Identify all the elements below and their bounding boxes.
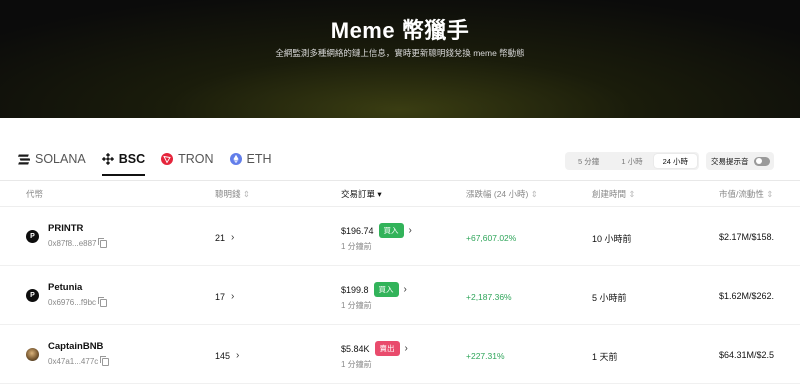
chevron-right-icon: ›: [231, 232, 235, 243]
tabs-divider: [0, 180, 800, 181]
meme-panel: SOLANA BSC TRON ETH 5 分鐘 1 小時 24 小時 交易提示…: [0, 118, 800, 391]
trade-alert-label: 交易提示音: [711, 156, 749, 166]
buy-badge: 買入: [373, 282, 399, 297]
sell-badge: 賣出: [374, 341, 400, 356]
col-change[interactable]: 漲跌幅 (24 小時) ⇕: [466, 188, 538, 200]
tab-label: ETH: [246, 152, 272, 166]
copy-icon[interactable]: [98, 237, 108, 248]
created-time: 10 小時前: [592, 234, 632, 244]
trade-order[interactable]: $5.84K 賣出 ›: [341, 341, 408, 356]
tab-label: SOLANA: [35, 152, 86, 166]
bsc-icon: [101, 153, 114, 165]
col-change-label: 漲跌幅 (24 小時): [466, 189, 529, 199]
created-time: 1 天前: [592, 352, 618, 362]
trade-time: 1 分鐘前: [341, 360, 372, 369]
trade-time: 1 分鐘前: [341, 301, 372, 310]
col-created[interactable]: 創建時間 ⇕: [592, 188, 636, 200]
token-address-text: 0x6976...f9bc: [48, 298, 97, 307]
col-mcap[interactable]: 市值/流動性 ⇕: [719, 188, 773, 200]
token-logo: P: [26, 230, 39, 243]
chevron-right-icon: ›: [403, 284, 407, 295]
timeframe-24h[interactable]: 24 小時: [653, 154, 697, 168]
chain-tabs: SOLANA BSC TRON ETH: [18, 150, 288, 176]
page-subtitle: 全網監測多種網絡的鏈上信息，實時更新聰明錢兌換 meme 幣動態: [275, 48, 525, 58]
token-address: 0x6976...f9bc: [48, 296, 108, 307]
price-change: +227.31%: [466, 351, 505, 361]
table-header: 代幣 聰明錢 ⇕ 交易訂單 ▾ 漲跌幅 (24 小時) ⇕ 創建時間 ⇕ 市值/…: [0, 186, 800, 206]
copy-icon[interactable]: [98, 296, 108, 307]
table-row[interactable]: P PRINTR 0x87f8...e887 21 › $196.74 買入 ›…: [0, 207, 800, 266]
tab-label: BSC: [118, 152, 146, 166]
solana-icon: [18, 153, 30, 165]
market-cap: $2.17M/$158.: [719, 232, 775, 242]
sort-icon: ⇕: [242, 189, 251, 199]
sort-icon: ⇕: [628, 189, 636, 199]
chevron-right-icon: ›: [408, 225, 412, 236]
trade-alert-toggle[interactable]: [753, 156, 770, 166]
page-title: Meme 幣獵手: [330, 18, 470, 43]
trade-order[interactable]: $196.74 買入 ›: [341, 223, 412, 238]
token-name[interactable]: CaptainBNB: [48, 341, 103, 352]
timeframe-1h[interactable]: 1 小時: [610, 154, 653, 168]
table-row[interactable]: CaptainBNB 0x47a1...477c 145 › $5.84K 賣出…: [0, 325, 800, 384]
chevron-right-icon: ›: [236, 350, 240, 361]
token-address: 0x47a1...477c: [48, 355, 110, 366]
market-cap: $1.62M/$262.: [719, 291, 775, 301]
chevron-right-icon: ›: [231, 291, 235, 302]
token-address: 0x87f8...e887: [48, 237, 108, 248]
col-token: 代幣: [26, 189, 44, 199]
smart-money-value: 21: [215, 232, 226, 243]
token-name[interactable]: PRINTR: [48, 223, 83, 234]
chevron-right-icon: ›: [404, 343, 408, 354]
eth-icon: [229, 153, 242, 165]
smart-money-value: 17: [215, 291, 226, 302]
tab-eth[interactable]: ETH: [229, 150, 272, 176]
table-row[interactable]: P Petunia 0x6976...f9bc 17 › $199.8 買入 ›…: [0, 266, 800, 325]
sort-icon: ⇕: [766, 189, 774, 199]
col-mcap-label: 市值/流動性: [719, 189, 764, 199]
col-trades[interactable]: 交易訂單 ▾: [341, 188, 382, 200]
tab-label: TRON: [178, 152, 214, 166]
sort-icon: ⇕: [530, 189, 538, 199]
tab-tron[interactable]: TRON: [161, 150, 214, 176]
price-change: +2,187.36%: [466, 292, 512, 302]
token-logo: [26, 348, 39, 361]
copy-icon[interactable]: [100, 355, 110, 366]
col-smart-money-label: 聰明錢: [215, 189, 241, 199]
token-address-text: 0x87f8...e887: [48, 239, 97, 248]
tron-icon: [161, 153, 174, 165]
hero-banner: Meme 幣獵手 全網監測多種網絡的鏈上信息，實時更新聰明錢兌換 meme 幣動…: [0, 0, 800, 118]
col-trades-label: 交易訂單: [341, 189, 376, 199]
tab-bsc[interactable]: BSC: [101, 150, 146, 176]
buy-badge: 買入: [378, 223, 404, 238]
col-smart-money[interactable]: 聰明錢 ⇕: [215, 188, 250, 200]
smart-money-count[interactable]: 21 ›: [215, 232, 234, 243]
price-change: +67,607.02%: [466, 233, 517, 243]
smart-money-count[interactable]: 145 ›: [215, 350, 239, 361]
token-address-text: 0x47a1...477c: [48, 357, 99, 366]
trade-alert-control: 交易提示音: [706, 152, 774, 170]
trade-amount: $199.8: [341, 284, 369, 295]
trade-time: 1 分鐘前: [341, 242, 372, 251]
smart-money-value: 145: [215, 350, 231, 361]
trade-amount: $5.84K: [341, 343, 370, 354]
sort-desc-icon: ▾: [377, 189, 382, 199]
token-name[interactable]: Petunia: [48, 282, 82, 293]
token-logo: P: [26, 289, 39, 302]
created-time: 5 小時前: [592, 293, 627, 303]
timeframe-selector: 5 分鐘 1 小時 24 小時: [565, 152, 699, 170]
trade-amount: $196.74: [341, 225, 374, 236]
tab-solana[interactable]: SOLANA: [18, 150, 86, 176]
timeframe-5m[interactable]: 5 分鐘: [567, 154, 610, 168]
trade-order[interactable]: $199.8 買入 ›: [341, 282, 407, 297]
market-cap: $64.31M/$2.5: [719, 350, 775, 360]
col-created-label: 創建時間: [592, 189, 627, 199]
smart-money-count[interactable]: 17 ›: [215, 291, 234, 302]
